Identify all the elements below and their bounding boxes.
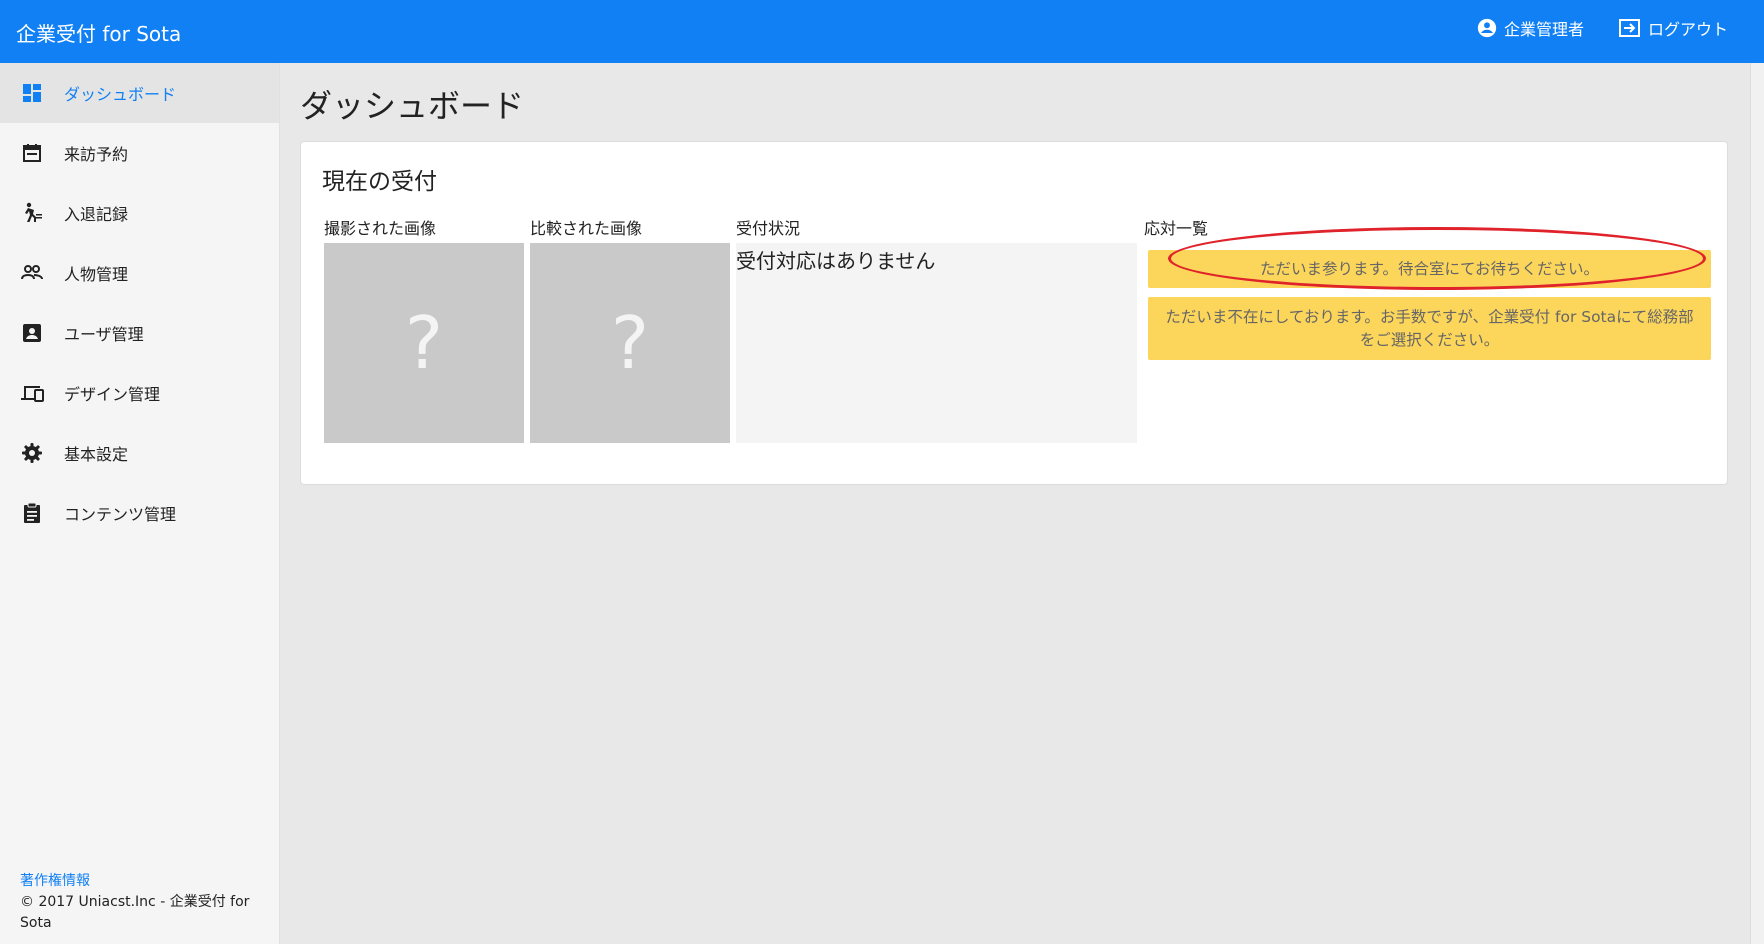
sidebar-item-user-management[interactable]: ユーザ管理 <box>0 303 279 363</box>
question-mark-icon: ? <box>610 301 650 385</box>
sidebar-item-visit-reservations[interactable]: 来訪予約 <box>0 123 279 183</box>
user-name: 企業管理者 <box>1503 20 1584 39</box>
dashboard-icon <box>20 81 44 105</box>
captured-image: ? <box>324 243 524 443</box>
reception-status-label: 受付状況 <box>736 219 801 238</box>
walking-person-icon <box>20 201 44 225</box>
card-title: 現在の受付 <box>322 169 437 195</box>
sidebar-item-label: コンテンツ管理 <box>64 505 177 524</box>
compared-image: ? <box>530 243 730 443</box>
sidebar-item-label: ダッシュボード <box>64 85 177 104</box>
header-actions: 企業管理者 ログアウト <box>1476 16 1728 40</box>
question-mark-icon: ? <box>404 301 444 385</box>
sidebar-item-people-management[interactable]: 人物管理 <box>0 243 279 303</box>
vertical-scrollbar[interactable] <box>1750 63 1764 944</box>
app-title[interactable]: 企業受付 for Sota <box>16 18 181 47</box>
reception-status-panel: 受付対応はありません <box>736 243 1137 443</box>
people-icon <box>20 261 44 285</box>
current-reception-card: 現在の受付 撮影された画像 比較された画像 受付状況 応対一覧 ? ? 受付対応… <box>300 141 1728 485</box>
copyright-text: © 2017 Uniacst.Inc - 企業受付 for Sota <box>20 894 250 931</box>
sidebar-item-content-management[interactable]: コンテンツ管理 <box>0 483 279 543</box>
response-button-coming[interactable]: ただいま参ります。待合室にてお待ちください。 <box>1148 250 1711 288</box>
copyright-link[interactable]: 著作権情報 <box>20 871 279 892</box>
sidebar: ダッシュボード 来訪予約 入退記録 人物管理 ユーザ管理 デザイン管理 基本設定… <box>0 63 280 944</box>
clipboard-icon <box>20 501 44 525</box>
sidebar-item-basic-settings[interactable]: 基本設定 <box>0 423 279 483</box>
calendar-icon <box>20 141 44 165</box>
sidebar-item-dashboard[interactable]: ダッシュボード <box>0 63 279 123</box>
account-box-icon <box>20 321 44 345</box>
account-circle-icon <box>1476 17 1498 39</box>
sidebar-item-label: 入退記録 <box>64 205 129 224</box>
sidebar-item-entry-exit-log[interactable]: 入退記録 <box>0 183 279 243</box>
sidebar-item-label: 人物管理 <box>64 265 129 284</box>
sidebar-item-design-management[interactable]: デザイン管理 <box>0 363 279 423</box>
response-button-absent[interactable]: ただいま不在にしております。お手数ですが、企業受付 for Sotaにて総務部を… <box>1148 297 1711 360</box>
response-list-label: 応対一覧 <box>1144 219 1209 238</box>
sidebar-item-label: ユーザ管理 <box>64 325 144 344</box>
devices-icon <box>20 381 44 405</box>
top-app-bar: 企業受付 for Sota 企業管理者 ログアウト <box>0 0 1764 63</box>
sidebar-item-label: 来訪予約 <box>64 145 129 164</box>
compared-image-label: 比較された画像 <box>530 219 643 238</box>
main-content: ダッシュボード 現在の受付 撮影された画像 比較された画像 受付状況 応対一覧 … <box>280 63 1750 944</box>
captured-image-label: 撮影された画像 <box>324 219 437 238</box>
sidebar-footer: 著作権情報 © 2017 Uniacst.Inc - 企業受付 for Sota <box>20 871 279 934</box>
logout-label: ログアウト <box>1647 20 1728 39</box>
sidebar-item-label: 基本設定 <box>64 445 129 464</box>
logout-button[interactable]: ログアウト <box>1618 16 1728 40</box>
status-text: 受付対応はありません <box>736 249 936 273</box>
user-menu[interactable]: 企業管理者 <box>1476 16 1584 40</box>
logout-icon <box>1618 17 1642 39</box>
gear-icon <box>20 441 44 465</box>
page-title: ダッシュボード <box>300 87 525 125</box>
sidebar-item-label: デザイン管理 <box>64 385 161 404</box>
